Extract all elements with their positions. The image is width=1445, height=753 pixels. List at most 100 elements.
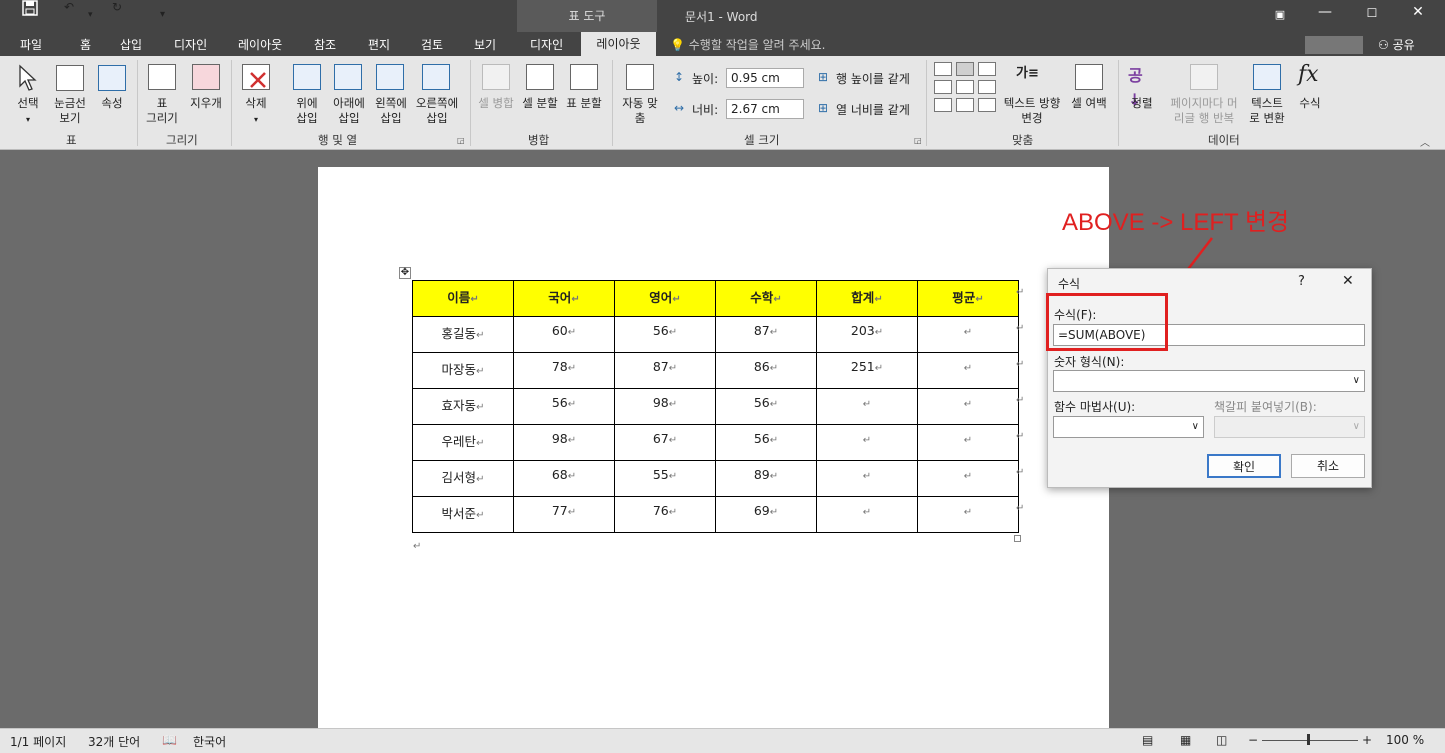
table-cell[interactable]: ↵	[917, 352, 1019, 389]
tab-mailings[interactable]: 편지	[368, 36, 390, 53]
align-center-icon[interactable]	[956, 80, 974, 94]
split-table-button[interactable]: 표 분할	[562, 96, 606, 111]
tab-file[interactable]: 파일	[20, 36, 42, 53]
distribute-rows-button[interactable]: 행 높이를 같게	[836, 70, 910, 87]
table-cell[interactable]: 87↵	[715, 316, 817, 353]
table-cell[interactable]: ↵	[917, 388, 1019, 425]
align-center-left-icon[interactable]	[934, 80, 952, 94]
table-cell[interactable]: ↵	[816, 460, 918, 497]
view-gridlines-button[interactable]: 눈금선 보기	[48, 96, 92, 126]
table-cell[interactable]: 우레탄↵	[412, 424, 514, 461]
tab-home[interactable]: 홈	[80, 36, 91, 53]
tab-layout[interactable]: 레이아웃	[238, 36, 282, 53]
table-cell[interactable]: 56↵	[715, 388, 817, 425]
tab-references[interactable]: 참조	[314, 36, 336, 53]
web-layout-icon[interactable]: ◫	[1216, 733, 1227, 747]
eraser-button[interactable]: 지우개	[184, 96, 228, 111]
read-mode-icon[interactable]: ▤	[1142, 733, 1153, 747]
table-cell[interactable]: ↵	[917, 424, 1019, 461]
table-cell[interactable]: 효자동↵	[412, 388, 514, 425]
table-cell[interactable]: 98↵	[614, 388, 716, 425]
table-resize-handle[interactable]	[1014, 535, 1021, 542]
help-button[interactable]: ?	[1298, 274, 1305, 289]
align-bottom-right-icon[interactable]	[978, 98, 996, 112]
header-cell[interactable]: 평균↵	[917, 280, 1019, 317]
align-center-right-icon[interactable]	[978, 80, 996, 94]
table-cell[interactable]: 68↵	[513, 460, 615, 497]
zoom-out-icon[interactable]: −	[1248, 733, 1258, 747]
autofit-button[interactable]: 자동 맞 춤	[618, 96, 662, 126]
align-bottom-left-icon[interactable]	[934, 98, 952, 112]
dialog-launcher-icon[interactable]: ◲	[914, 136, 922, 145]
tab-table-layout[interactable]: 레이아웃	[581, 32, 656, 56]
distribute-columns-button[interactable]: 열 너비를 같게	[836, 101, 910, 118]
text-direction-button[interactable]: 텍스트 방향 변경	[1000, 96, 1064, 126]
insert-below-button[interactable]: 아래에 삽입	[328, 96, 370, 126]
tab-table-design[interactable]: 디자인	[530, 36, 563, 53]
table-cell[interactable]: 203↵	[816, 316, 918, 353]
table-cell[interactable]: 홍길동↵	[412, 316, 514, 353]
convert-to-text-button[interactable]: 텍스트 로 변환	[1244, 96, 1290, 126]
maximize-icon[interactable]: ☐	[1360, 6, 1384, 20]
table-cell[interactable]: 마장동↵	[412, 352, 514, 389]
tab-design[interactable]: 디자인	[174, 36, 207, 53]
cell-margins-button[interactable]: 셀 여백	[1066, 96, 1112, 111]
table-cell[interactable]: 55↵	[614, 460, 716, 497]
table-cell[interactable]: ↵	[917, 460, 1019, 497]
draw-table-button[interactable]: 표 그리기	[140, 96, 184, 126]
row-height-input[interactable]: 0.95 cm	[726, 68, 804, 88]
column-width-input[interactable]: 2.67 cm	[726, 99, 804, 119]
score-table[interactable]: 이름↵ 국어↵ 영어↵ 수학↵ 합계↵ 평균↵ 홍길동↵ 60↵ 56↵ 87↵ 203…	[412, 280, 1019, 533]
paste-function-select[interactable]: ∨	[1053, 416, 1204, 438]
table-cell[interactable]: 86↵	[715, 352, 817, 389]
tab-insert[interactable]: 삽입	[120, 36, 142, 53]
table-cell[interactable]: 60↵	[513, 316, 615, 353]
formula-button[interactable]: 수식	[1290, 96, 1330, 111]
align-top-right-icon[interactable]	[978, 62, 996, 76]
zoom-in-icon[interactable]: +	[1362, 733, 1372, 747]
cancel-button[interactable]: 취소	[1291, 454, 1365, 478]
repeat-header-rows-button[interactable]: 페이지마다 머 리글 행 반복	[1164, 96, 1244, 126]
table-cell[interactable]: 박서준↵	[412, 496, 514, 533]
header-cell[interactable]: 수학↵	[715, 280, 817, 317]
table-cell[interactable]: 98↵	[513, 424, 615, 461]
dialog-launcher-icon[interactable]: ◲	[457, 136, 465, 145]
alignment-grid[interactable]	[934, 62, 996, 124]
table-cell[interactable]: 251↵	[816, 352, 918, 389]
select-button[interactable]: 선택 ▾	[8, 96, 48, 127]
table-cell[interactable]: 56↵	[715, 424, 817, 461]
table-cell[interactable]: ↵	[816, 388, 918, 425]
zoom-slider-track[interactable]	[1262, 740, 1358, 741]
table-cell[interactable]: 67↵	[614, 424, 716, 461]
header-cell[interactable]: 합계↵	[816, 280, 918, 317]
align-top-center-icon[interactable]	[956, 62, 974, 76]
undo-dropdown-icon[interactable]: ▾	[88, 10, 93, 20]
close-window-icon[interactable]: ✕	[1406, 4, 1430, 20]
undo-icon[interactable]: ↶	[64, 0, 74, 14]
paste-bookmark-select[interactable]: ∨	[1214, 416, 1365, 438]
proofing-icon[interactable]: 📖	[162, 733, 177, 747]
table-cell[interactable]: 56↵	[614, 316, 716, 353]
table-move-handle-icon[interactable]: ✥	[399, 267, 411, 279]
insert-above-button[interactable]: 위에 삽입	[286, 96, 328, 126]
ok-button[interactable]: 확인	[1207, 454, 1281, 478]
share-button[interactable]: ⚇ 공유	[1378, 36, 1415, 53]
table-cell[interactable]: 56↵	[513, 388, 615, 425]
header-cell[interactable]: 영어↵	[614, 280, 716, 317]
page-count[interactable]: 1/1 페이지	[10, 733, 66, 750]
table-cell[interactable]: 76↵	[614, 496, 716, 533]
align-top-left-icon[interactable]	[934, 62, 952, 76]
collapse-ribbon-icon[interactable]: ︿	[1420, 134, 1430, 149]
ribbon-display-icon[interactable]: ▣	[1268, 8, 1292, 21]
zoom-slider-thumb[interactable]	[1307, 734, 1310, 745]
tell-me-search[interactable]: 💡 수행할 작업을 알려 주세요.	[670, 36, 825, 53]
close-dialog-icon[interactable]: ✕	[1342, 273, 1354, 289]
print-layout-icon[interactable]: ▦	[1180, 733, 1191, 747]
table-cell[interactable]: 89↵	[715, 460, 817, 497]
table-cell[interactable]: 87↵	[614, 352, 716, 389]
save-icon[interactable]	[22, 0, 38, 19]
insert-right-button[interactable]: 오른쪽에 삽입	[412, 96, 462, 126]
zoom-level[interactable]: 100 %	[1386, 733, 1424, 747]
split-cells-button[interactable]: 셀 분할	[518, 96, 562, 111]
delete-button[interactable]: 삭제 ▾	[236, 96, 276, 127]
